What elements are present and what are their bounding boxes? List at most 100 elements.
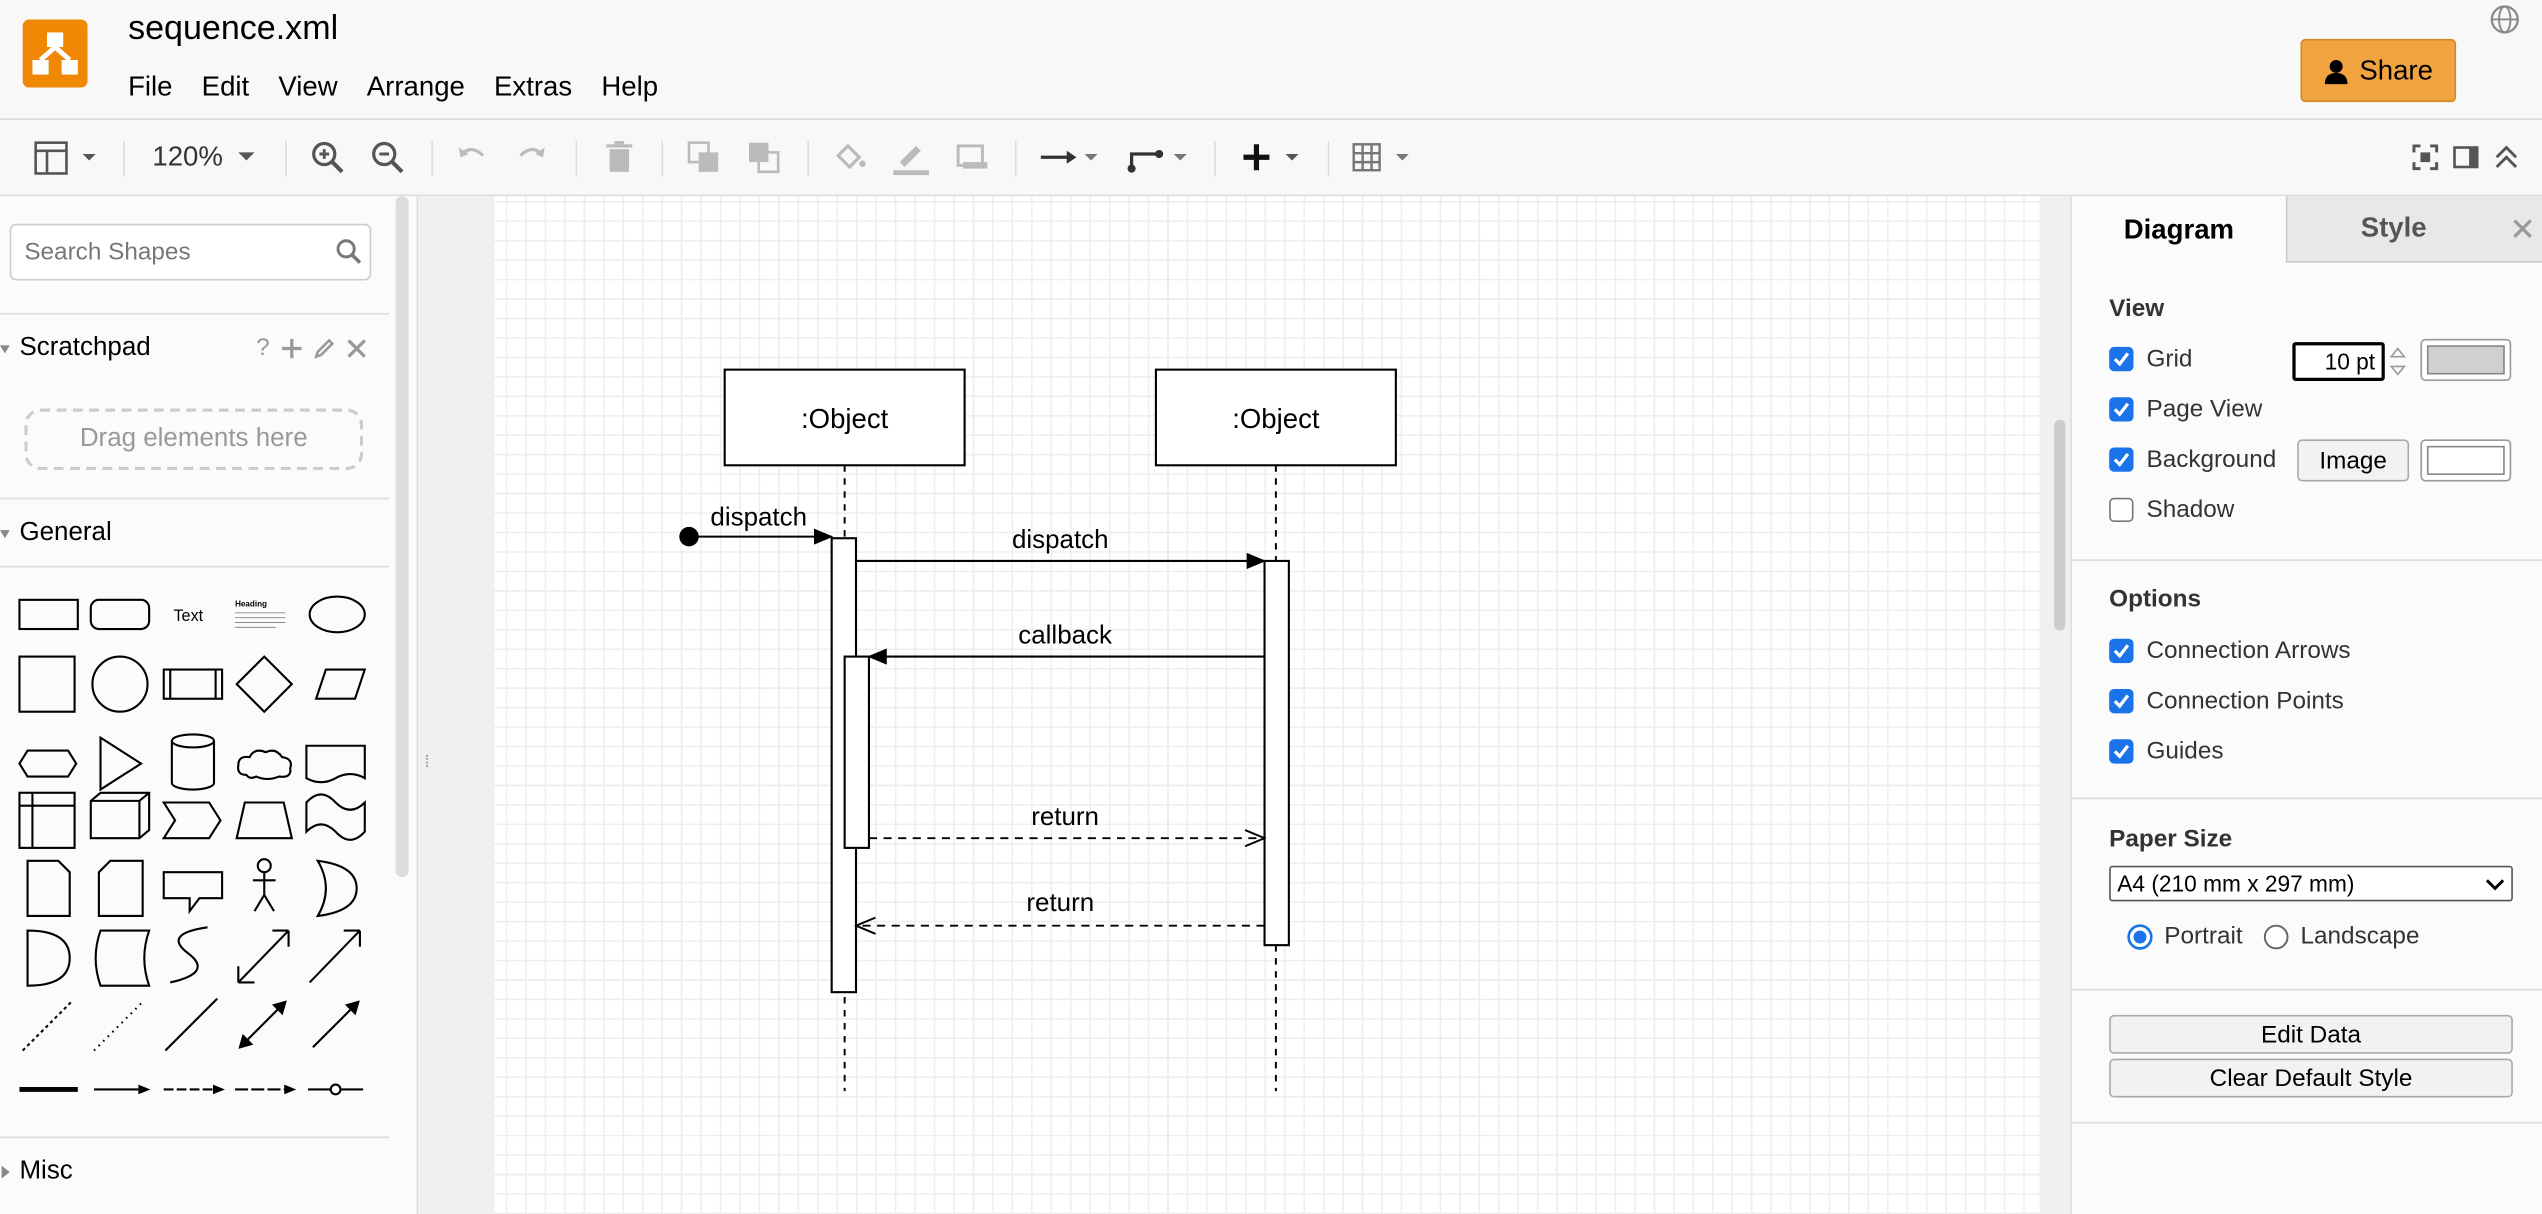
radio-unselected-icon <box>2263 923 2289 949</box>
diagram-page[interactable]: :Object :Object dispatch dispatch callba… <box>494 196 2040 1214</box>
shapes-panel: Search Shapes Scratchpad ? Drag elements… <box>0 196 419 1214</box>
message-dispatch-1-label: dispatch <box>710 503 807 531</box>
shadow-checkbox[interactable]: Shadow <box>2109 496 2234 524</box>
dotted-line-shape <box>93 1001 144 1052</box>
page-view-checkbox[interactable]: Page View <box>2109 395 2263 424</box>
scratchpad-drop-zone[interactable]: Drag elements here <box>24 408 364 471</box>
to-back-button[interactable] <box>746 136 782 178</box>
format-panel-toggle[interactable] <box>32 136 103 178</box>
menu-file[interactable]: File <box>128 71 172 103</box>
search-input[interactable]: Search Shapes <box>9 223 372 281</box>
canvas-area[interactable]: :Object :Object dispatch dispatch callba… <box>418 196 2071 1214</box>
menu-view[interactable]: View <box>278 71 337 103</box>
page-view-label: Page View <box>2146 395 2263 424</box>
edit-pencil-icon[interactable] <box>313 337 336 360</box>
menu-extras[interactable]: Extras <box>494 71 572 103</box>
general-header[interactable]: General <box>0 497 390 563</box>
shadow-button[interactable] <box>955 136 991 178</box>
general-shapes-grid[interactable]: Text Heading <box>0 567 389 1118</box>
tab-style[interactable]: Style <box>2285 196 2500 263</box>
curve-shape <box>169 926 208 984</box>
activation-bar-2[interactable] <box>1263 559 1290 947</box>
canvas-scrollbar[interactable] <box>2054 419 2066 631</box>
drawio-logo-icon[interactable] <box>22 19 88 88</box>
globe-icon[interactable] <box>2489 3 2521 35</box>
menu-help[interactable]: Help <box>601 71 658 103</box>
format-panel-button[interactable] <box>2451 136 2480 178</box>
scratchpad-header[interactable]: Scratchpad ? <box>0 312 390 378</box>
paper-size-select[interactable]: A4 (210 mm x 297 mm) <box>2109 865 2513 902</box>
clear-default-style-button[interactable]: Clear Default Style <box>2109 1058 2513 1098</box>
general-label: General <box>19 518 112 547</box>
checkbox-checked-icon <box>2109 739 2134 764</box>
insert-dropdown[interactable] <box>1239 136 1307 178</box>
guides-label: Guides <box>2146 737 2224 766</box>
background-color-swatch[interactable] <box>2420 439 2512 482</box>
shadow-label: Shadow <box>2146 496 2235 524</box>
cube-shape <box>89 791 151 840</box>
background-checkbox[interactable]: Background <box>2109 446 2276 473</box>
table-dropdown[interactable] <box>1350 136 1418 178</box>
close-icon[interactable] <box>347 339 366 358</box>
portrait-radio[interactable]: Portrait <box>2127 922 2243 950</box>
grid-color-swatch[interactable] <box>2420 338 2512 381</box>
trash-icon <box>606 141 633 172</box>
undo-button[interactable] <box>454 136 490 178</box>
landscape-label: Landscape <box>2300 922 2420 951</box>
internal-storage-shape <box>18 791 76 849</box>
activation-bar-nested[interactable] <box>843 655 871 849</box>
zoom-out-button[interactable] <box>370 136 406 178</box>
connection-points-checkbox[interactable]: Connection Points <box>2109 687 2344 715</box>
help-icon[interactable]: ? <box>256 334 270 362</box>
close-panel-button[interactable] <box>2499 196 2542 263</box>
guides-checkbox[interactable]: Guides <box>2109 737 2224 766</box>
redo-button[interactable] <box>514 136 550 178</box>
connection-style-dropdown[interactable] <box>1038 136 1106 178</box>
zoom-in-button[interactable] <box>310 136 346 178</box>
fill-color-button[interactable] <box>832 136 868 178</box>
chevron-down-icon <box>239 152 256 161</box>
grid-checkbox[interactable]: Grid <box>2109 345 2192 373</box>
chevron-up-double-icon <box>2495 145 2518 169</box>
share-button[interactable]: Share <box>2300 38 2457 103</box>
spinner-icon[interactable] <box>2386 342 2409 381</box>
tape-shape <box>305 793 366 841</box>
waypoints-dropdown[interactable] <box>1127 136 1195 178</box>
plus-icon[interactable] <box>280 337 303 360</box>
tab-diagram[interactable]: Diagram <box>2071 196 2286 263</box>
fullscreen-button[interactable] <box>2411 136 2440 178</box>
trapezoid-shape <box>235 801 294 840</box>
connection-arrows-checkbox[interactable]: Connection Arrows <box>2109 637 2351 665</box>
misc-header[interactable]: Misc <box>0 1136 390 1201</box>
bidirectional-connector-shape <box>238 1000 287 1049</box>
shapes-scrollbar[interactable] <box>395 196 409 878</box>
waypoints-icon <box>1127 149 1187 173</box>
background-image-button[interactable]: Image <box>2297 439 2410 482</box>
menu-arrange[interactable]: Arrange <box>367 71 465 103</box>
search-icon[interactable] <box>336 238 362 264</box>
grid-size-input[interactable]: 10 pt <box>2292 342 2385 381</box>
to-front-button[interactable] <box>686 136 722 178</box>
card-shape <box>97 859 144 918</box>
text-shape: Text <box>173 607 203 625</box>
zoom-value: 120% <box>152 141 223 172</box>
line-color-button[interactable] <box>892 136 931 178</box>
panel-splitter-handle[interactable]: ⁞ <box>425 754 430 772</box>
dashed-line-shape <box>21 1001 73 1052</box>
menu-edit[interactable]: Edit <box>202 71 249 103</box>
checkbox-checked-icon <box>2109 689 2134 714</box>
checkbox-checked-icon <box>2109 397 2134 422</box>
landscape-radio[interactable]: Landscape <box>2263 922 2419 950</box>
connection-points-label: Connection Points <box>2146 687 2344 715</box>
close-icon <box>2512 219 2532 238</box>
connector-with-symbol-shape <box>308 1083 364 1096</box>
line-shape <box>164 997 218 1052</box>
edit-data-button[interactable]: Edit Data <box>2109 1014 2513 1054</box>
app-header: sequence.xml File Edit View Arrange Extr… <box>0 0 2542 120</box>
delete-button[interactable] <box>601 136 637 178</box>
paper-size-heading: Paper Size <box>2109 825 2233 853</box>
zoom-dropdown[interactable]: 120% <box>152 136 261 178</box>
plus-icon <box>1243 144 1299 171</box>
collapse-button[interactable] <box>2492 136 2521 178</box>
document-title[interactable]: sequence.xml <box>128 10 338 49</box>
